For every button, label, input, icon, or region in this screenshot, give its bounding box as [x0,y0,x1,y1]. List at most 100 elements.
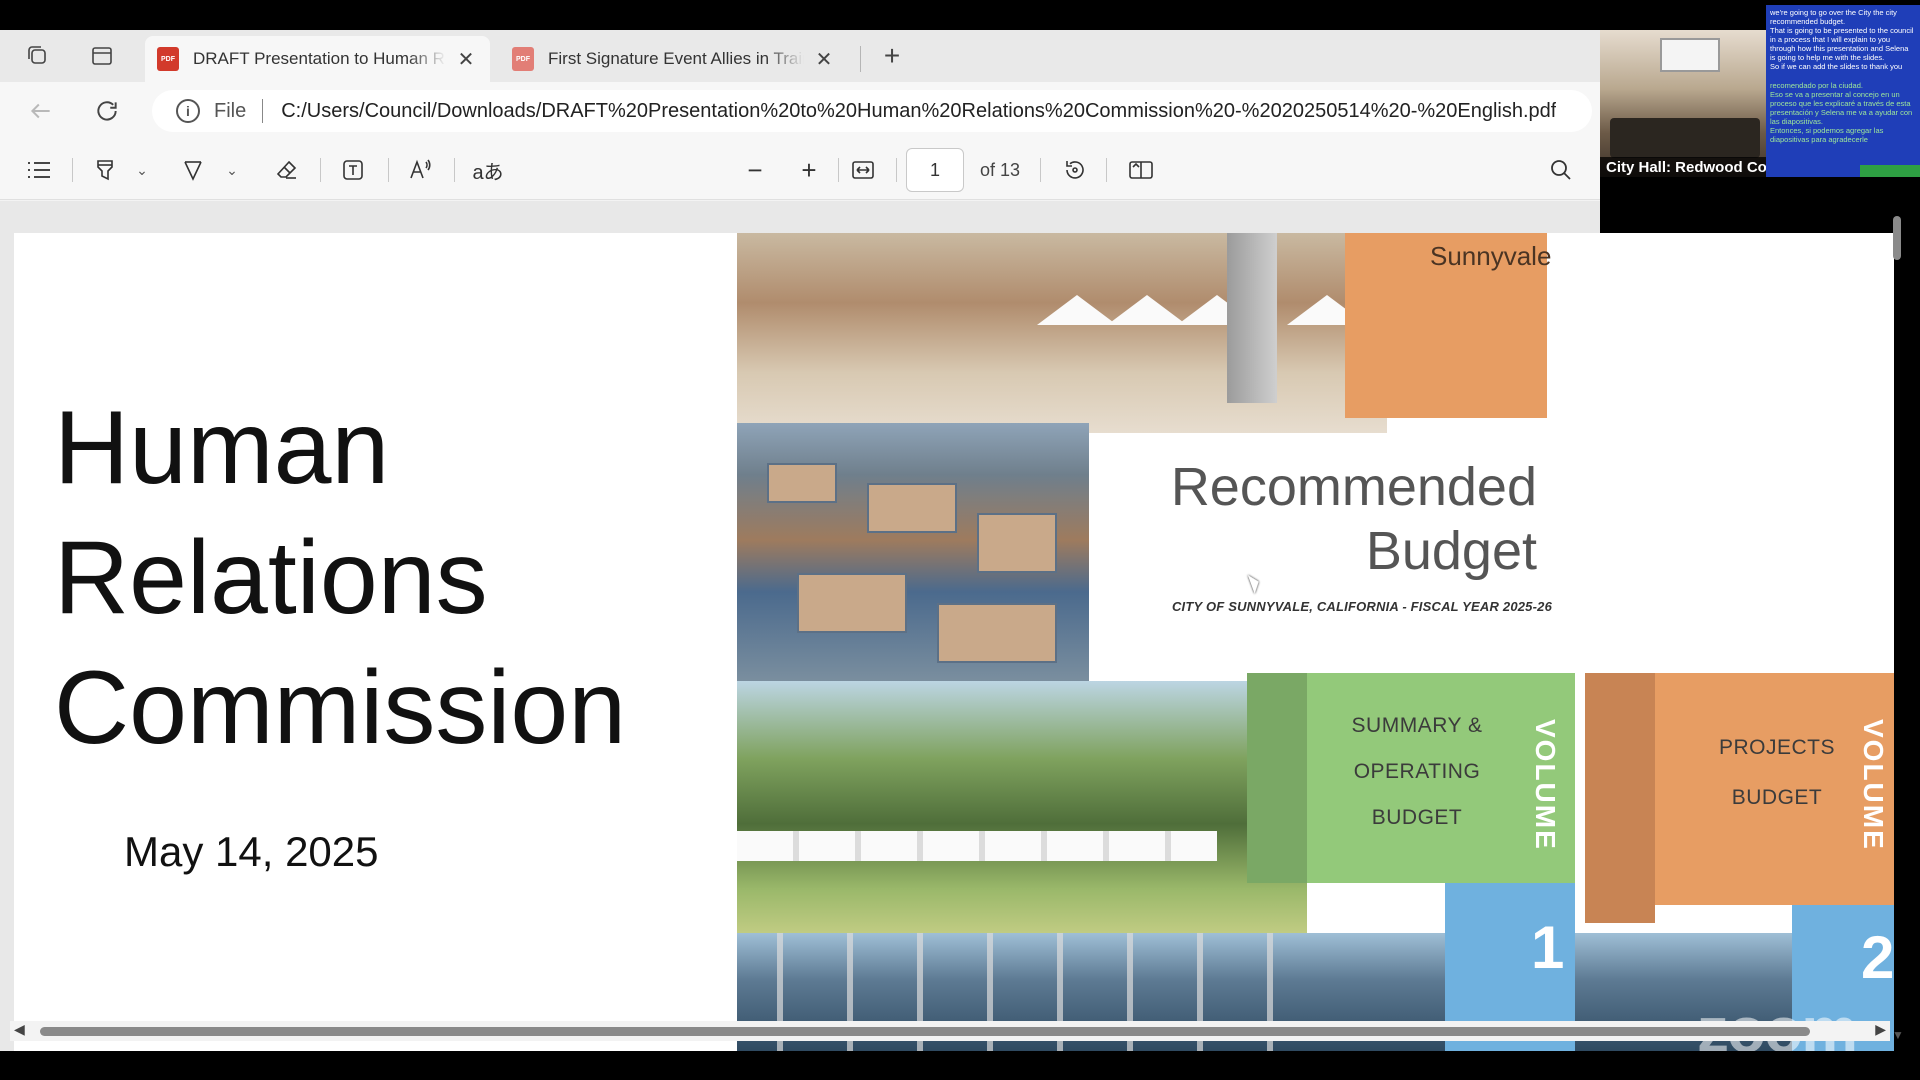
slide-date: May 14, 2025 [124,828,379,875]
caption-line: we're going to go over the City the city [1770,8,1897,17]
page-view-icon[interactable] [1126,154,1156,186]
eraser-icon[interactable] [272,154,302,186]
toolbar-divider [838,158,839,182]
toolbar-divider [896,158,897,182]
page-number-input[interactable]: 1 [906,148,964,192]
scroll-down-arrow-icon[interactable]: ▼ [1892,1028,1904,1042]
toolbar-divider [1040,158,1041,182]
meeting-video-feed[interactable] [1600,30,1768,177]
horizontal-scrollbar[interactable]: ◀ ▶ [10,1021,1890,1041]
close-tab-icon[interactable]: ✕ [812,47,836,72]
park-event-photo [737,681,1307,941]
slide-title-line: Commission [54,650,627,766]
draw-icon[interactable] [178,154,208,186]
refresh-icon[interactable] [92,96,122,126]
toolbar-divider [1106,158,1107,182]
scroll-right-arrow-icon[interactable]: ▶ [1875,1021,1886,1038]
aerial-city-photo [737,423,1089,683]
conference-table [1610,118,1760,158]
toolbar-divider [72,158,73,182]
caption-line: in a process that I will explain to you [1770,35,1891,44]
volume1-line: SUMMARY & [1351,714,1483,737]
pdf-page: Human Relations Commission May 14, 2025 … [14,233,1894,1051]
volume2-label: PROJECTS BUDGET [1697,723,1857,823]
tab-title: First Signature Event Allies in Training [548,49,804,68]
tab-draft-presentation[interactable]: PDF DRAFT Presentation to Human Relation… [145,36,490,82]
tab-actions-icon[interactable] [88,42,116,70]
volume2-line: BUDGET [1731,786,1823,809]
document-viewer[interactable]: Human Relations Commission May 14, 2025 … [0,201,1894,1051]
search-icon[interactable] [1546,154,1576,186]
highlight-icon[interactable] [90,154,120,186]
caption-line: is going to help me with the slides. [1770,53,1885,62]
page-count: of 13 [980,160,1021,180]
cover-title-line: Budget [1365,521,1537,581]
translate-icon[interactable]: aあ [472,154,504,186]
plaza-photo [737,233,1387,433]
pdf-icon: PDF [157,47,179,71]
volume1-line: BUDGET [1371,806,1463,829]
projector-screen [1660,38,1720,72]
vertical-scrollbar[interactable]: ▼ [1890,210,1904,1042]
volume1-label: SUMMARY & OPERATING BUDGET [1337,703,1497,841]
chevron-down-icon[interactable]: ⌄ [222,154,242,186]
slide-title: Human Relations Commission [54,383,626,773]
screen: PDF DRAFT Presentation to Human Relation… [0,0,1920,1080]
divider [262,99,264,123]
volume1-line: OPERATING [1353,760,1481,783]
translation-line: proceso que les explicaré a través de es… [1770,99,1911,108]
address-bar: i File C:/Users/Council/Downloads/DRAFT%… [0,82,1600,140]
toolbar-divider [388,158,389,182]
scroll-left-arrow-icon[interactable]: ◀ [14,1021,25,1038]
caption-line: through how this presentation and Selena [1770,44,1909,53]
caption-status-bar [1860,165,1920,177]
translation-line: las diapositivas. [1770,117,1823,126]
new-tab-icon[interactable]: + [878,40,906,71]
workspaces-icon[interactable] [24,42,52,70]
slide-title-line: Human [54,390,390,506]
fit-to-width-icon[interactable] [848,154,878,186]
toolbar-divider [454,158,455,182]
tab-bar: PDF DRAFT Presentation to Human Relation… [0,30,1600,82]
translation-line: Entonces, si podemos agregar las [1770,126,1884,135]
site-info-icon[interactable]: i [176,99,200,123]
translation-line: presentación y Selena me va a ayudar con [1770,108,1913,117]
pdf-icon: PDF [512,47,534,71]
caption-line: That is going to be presented to the cou… [1770,26,1914,35]
cover-title-line: Recommended [1170,457,1537,517]
zoom-out-icon[interactable]: − [740,154,770,186]
chevron-down-icon[interactable]: ⌄ [132,154,152,186]
url-text[interactable]: C:/Users/Council/Downloads/DRAFT%20Prese… [281,100,1556,123]
zoom-in-icon[interactable]: + [794,154,824,186]
caption-line: So if we can add the slides to thank you [1770,62,1903,71]
cover-subtitle: CITY OF SUNNYVALE, CALIFORNIA - FISCAL Y… [1171,599,1552,614]
rotate-icon[interactable] [1060,154,1090,186]
caption-line: recommended budget. [1770,17,1846,26]
scrollbar-thumb[interactable] [1893,216,1901,260]
translation-line: diapositivas para agradecerle [1770,135,1868,144]
read-aloud-icon[interactable] [406,154,436,186]
browser-window: PDF DRAFT Presentation to Human Relation… [0,30,1904,1051]
translation-line: Eso se va a presentar al concejo en un [1770,90,1900,99]
table-of-contents-icon[interactable] [24,154,54,186]
tab-title: DRAFT Presentation to Human Relations Co… [193,49,446,68]
close-tab-icon[interactable]: ✕ [454,47,478,72]
back-arrow-icon[interactable] [26,96,56,126]
translation-line: recomendado por la ciudad. [1770,81,1863,90]
live-captions-panel: we're going to go over the City the city… [1766,5,1920,177]
scrollbar-thumb[interactable] [40,1027,1810,1036]
volume1-number: 1 [1531,914,1565,981]
slide-title-line: Relations [54,520,488,636]
url-field[interactable]: i File C:/Users/Council/Downloads/DRAFT%… [152,90,1592,132]
volume2-word: VOLUME [1858,719,1889,851]
sunnyvale-logo-text: Sunnyvale [1430,241,1552,271]
volume1-word: VOLUME [1530,719,1561,851]
cover-title: Recommended Budget [1117,455,1537,583]
tab-first-signature-event[interactable]: PDF First Signature Event Allies in Trai… [500,36,848,82]
add-text-icon[interactable] [338,154,368,186]
file-label: File [214,99,247,122]
volume2-line: PROJECTS [1718,736,1835,759]
budget-cover-image: Sunnyvale Recommended Budget CITY OF SUN… [737,233,1894,1051]
toolbar-divider [320,158,321,182]
tab-separator [860,46,861,72]
